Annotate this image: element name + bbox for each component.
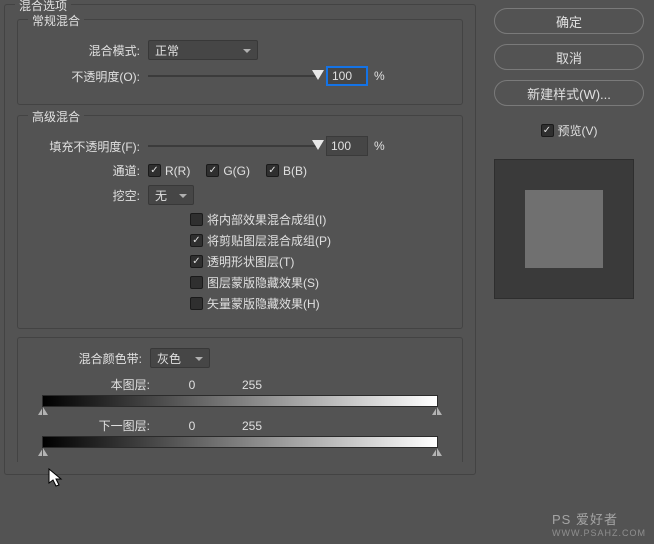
channel-r-label: R(R)	[165, 164, 190, 178]
this-layer-gradient[interactable]	[42, 395, 438, 407]
ok-button[interactable]: 确定	[494, 8, 644, 34]
layer-mask-hides-label: 图层蒙版隐藏效果(S)	[207, 274, 319, 291]
gradient-thumb-high-icon[interactable]	[432, 407, 442, 415]
preview-label: 预览(V)	[558, 122, 598, 139]
slider-thumb-icon[interactable]	[312, 140, 324, 150]
blend-interior-checkbox[interactable]	[190, 213, 203, 226]
transparency-shapes-checkbox[interactable]	[190, 255, 203, 268]
knockout-value: 无	[155, 187, 167, 204]
vector-mask-hides-checkbox[interactable]	[190, 297, 203, 310]
underlying-high: 255	[222, 419, 282, 433]
slider-thumb-icon[interactable]	[312, 70, 324, 80]
fill-opacity-slider[interactable]	[148, 145, 318, 147]
knockout-label: 挖空:	[30, 187, 140, 204]
preview-swatch	[494, 159, 634, 299]
gradient-thumb-low-icon[interactable]	[38, 448, 48, 456]
opacity-unit: %	[374, 69, 385, 83]
knockout-select[interactable]: 无	[148, 185, 194, 205]
blend-if-group: 混合颜色带: 灰色 本图层: 0 255 下一图层: 0 255	[17, 337, 463, 462]
general-blending-group: 常规混合 混合模式: 正常 不透明度(O): %	[17, 19, 463, 105]
this-layer-label: 本图层:	[30, 376, 150, 393]
new-style-button[interactable]: 新建样式(W)...	[494, 80, 644, 106]
fill-opacity-label: 填充不透明度(F):	[30, 138, 140, 155]
opacity-label: 不透明度(O):	[30, 68, 140, 85]
general-blending-legend: 常规混合	[28, 12, 84, 29]
channel-g-label: G(G)	[223, 164, 250, 178]
fill-opacity-input[interactable]	[326, 136, 368, 156]
preview-checkbox[interactable]	[541, 124, 554, 137]
this-layer-low: 0	[162, 378, 222, 392]
gradient-thumb-high-icon[interactable]	[432, 448, 442, 456]
blend-clipped-label: 将剪贴图层混合成组(P)	[207, 232, 331, 249]
underlying-layer-label: 下一图层:	[30, 417, 150, 434]
blend-if-select[interactable]: 灰色	[150, 348, 210, 368]
blend-mode-select[interactable]: 正常	[148, 40, 258, 60]
opacity-input[interactable]	[326, 66, 368, 86]
channel-b-checkbox[interactable]	[266, 164, 279, 177]
cancel-button[interactable]: 取消	[494, 44, 644, 70]
vector-mask-hides-label: 矢量蒙版隐藏效果(H)	[207, 295, 320, 312]
watermark-main: PS 爱好者	[552, 512, 618, 527]
blend-clipped-checkbox[interactable]	[190, 234, 203, 247]
transparency-shapes-label: 透明形状图层(T)	[207, 253, 294, 270]
channel-g-checkbox[interactable]	[206, 164, 219, 177]
channel-r-checkbox[interactable]	[148, 164, 161, 177]
blending-options-group: 混合选项 常规混合 混合模式: 正常 不透明度(O): % 高级混合 填充不透明…	[4, 4, 476, 475]
advanced-blending-legend: 高级混合	[28, 108, 84, 125]
preview-swatch-inner	[525, 190, 603, 268]
blend-mode-value: 正常	[155, 42, 179, 59]
channel-b-label: B(B)	[283, 164, 307, 178]
channels-label: 通道:	[30, 162, 140, 179]
layer-mask-hides-checkbox[interactable]	[190, 276, 203, 289]
blend-mode-label: 混合模式:	[30, 42, 140, 59]
blend-interior-label: 将内部效果混合成组(I)	[207, 211, 326, 228]
underlying-gradient[interactable]	[42, 436, 438, 448]
gradient-thumb-low-icon[interactable]	[38, 407, 48, 415]
fill-opacity-unit: %	[374, 139, 385, 153]
watermark-sub: WWW.PSAHZ.COM	[552, 528, 646, 538]
watermark: PS 爱好者 WWW.PSAHZ.COM	[552, 509, 646, 538]
blend-if-value: 灰色	[157, 350, 181, 367]
this-layer-high: 255	[222, 378, 282, 392]
advanced-blending-group: 高级混合 填充不透明度(F): % 通道: R(R) G(G) B(B) 挖空:…	[17, 115, 463, 329]
blend-if-label: 混合颜色带:	[30, 350, 142, 367]
underlying-low: 0	[162, 419, 222, 433]
opacity-slider[interactable]	[148, 75, 318, 77]
